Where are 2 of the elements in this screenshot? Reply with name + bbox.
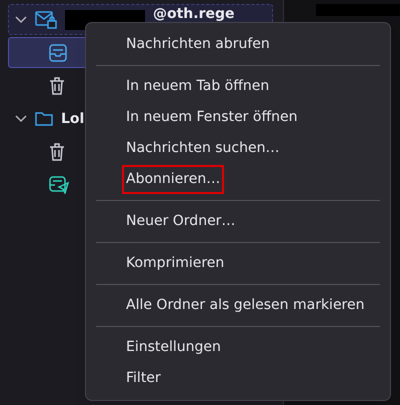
account-name: Lol <box>61 112 84 126</box>
account-name: @oth.rege <box>153 5 235 21</box>
